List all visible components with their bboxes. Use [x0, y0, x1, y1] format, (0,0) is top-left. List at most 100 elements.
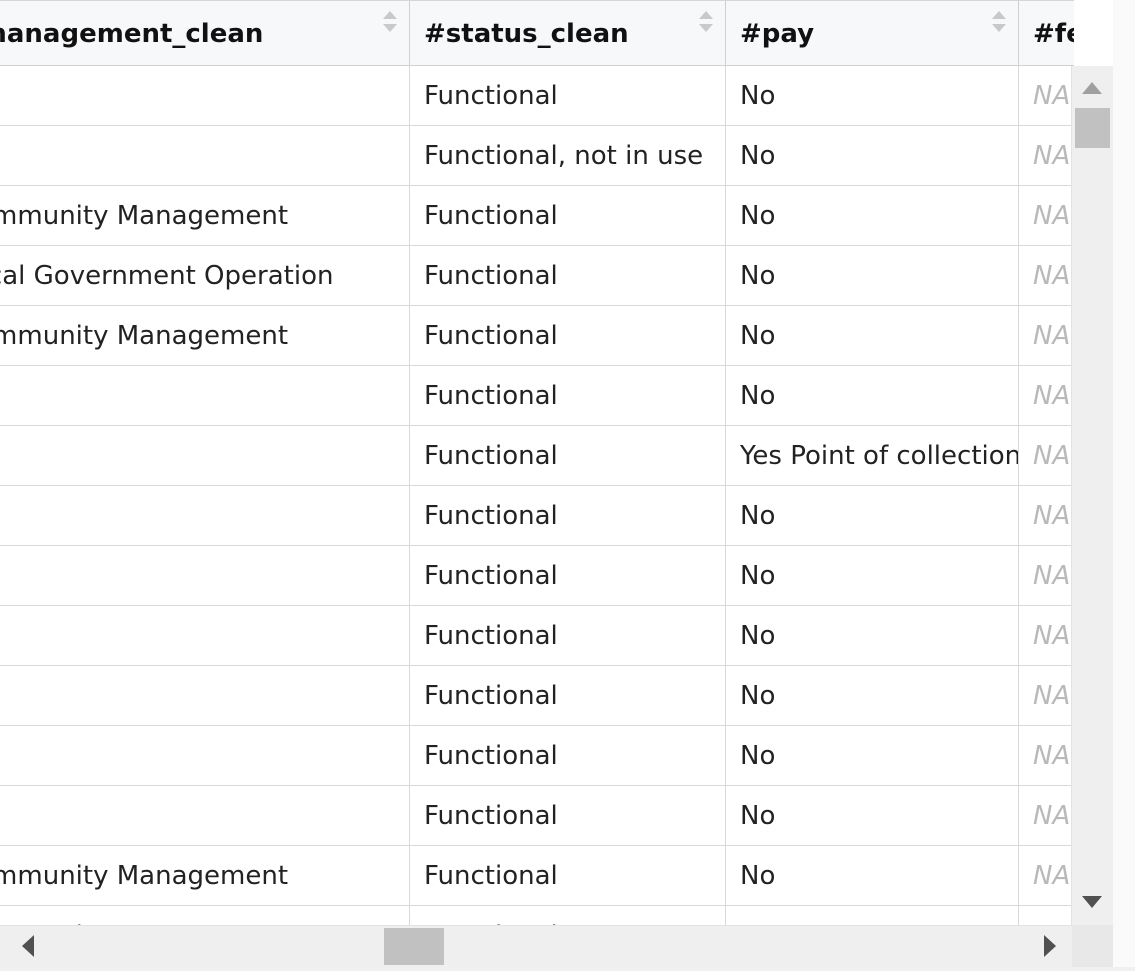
table-cell — [0, 426, 410, 485]
na-cell: NA — [1019, 666, 1074, 725]
na-cell: NA — [1019, 546, 1074, 605]
table-row: Functional No NA — [0, 366, 1074, 426]
table-cell: Community Management — [0, 906, 410, 925]
table-cell: No — [726, 786, 1019, 845]
table-cell: Functional — [410, 786, 726, 845]
table-cell: No — [726, 726, 1019, 785]
na-cell: NA — [1019, 246, 1074, 305]
table-cell: No — [726, 906, 1019, 925]
table-cell: Functional — [410, 666, 726, 725]
table-cell: No — [726, 846, 1019, 905]
table-cell: No — [726, 366, 1019, 425]
table-row: Community ManagementFunctionalNoNA — [0, 306, 1074, 366]
table-row: Functional No NA — [0, 666, 1074, 726]
scroll-right-arrow-icon[interactable] — [1044, 935, 1056, 957]
scroll-up-arrow-icon[interactable] — [1082, 82, 1102, 94]
table-cell: Functional — [410, 906, 726, 925]
table-cell — [0, 486, 410, 545]
table-cell: Functional — [410, 246, 726, 305]
table-cell: Yes Point of collection — [726, 426, 1019, 485]
table-row: Functional No NA — [0, 726, 1074, 786]
na-cell: NA — [1019, 486, 1074, 545]
horizontal-scroll-thumb[interactable] — [384, 928, 444, 965]
table-row: Functional, not in use No NA — [0, 126, 1074, 186]
column-header-label: #fecal_ — [1033, 19, 1074, 49]
sort-arrows-icon[interactable] — [383, 11, 397, 37]
table-cell: Community Management — [0, 186, 410, 245]
table-row: Community ManagementFunctionalNoNA — [0, 906, 1074, 925]
column-header-label: #management_clean — [0, 19, 264, 49]
scroll-left-arrow-icon[interactable] — [22, 935, 34, 957]
table-cell — [0, 366, 410, 425]
na-cell: NA — [1019, 726, 1074, 785]
table-cell: Functional — [410, 846, 726, 905]
column-header[interactable]: #pay — [726, 1, 1019, 66]
horizontal-scrollbar[interactable] — [0, 925, 1072, 967]
scroll-down-arrow-icon[interactable] — [1082, 896, 1102, 908]
table-cell — [0, 726, 410, 785]
table-cell: Functional — [410, 426, 726, 485]
na-cell: NA — [1019, 126, 1074, 185]
data-table: #management_clean #status_clean #pay #fecal… — [0, 0, 1074, 925]
table-cell: No — [726, 306, 1019, 365]
table-row: Community ManagementFunctionalNoNA — [0, 846, 1074, 906]
column-header[interactable]: #status_clean — [410, 1, 726, 66]
na-cell: NA — [1019, 366, 1074, 425]
sort-arrows-icon[interactable] — [699, 11, 713, 37]
table-cell: No — [726, 186, 1019, 245]
vertical-scrollbar[interactable] — [1071, 66, 1113, 926]
table-cell: No — [726, 126, 1019, 185]
na-cell: NA — [1019, 606, 1074, 665]
table-row: Functional No NA — [0, 786, 1074, 846]
scrollbar-corner — [1072, 925, 1114, 967]
table-cell — [0, 546, 410, 605]
data-viewer: #management_clean #status_clean #pay #fecal… — [0, 0, 1135, 971]
table-cell — [0, 126, 410, 185]
table-row: Functional No NA — [0, 606, 1074, 666]
table-row: Local Government OperationFunctionalNoNA — [0, 246, 1074, 306]
table-row: Functional Yes Point of collection NA — [0, 426, 1074, 486]
table-cell — [0, 666, 410, 725]
table-cell: No — [726, 246, 1019, 305]
table-cell: Functional, not in use — [410, 126, 726, 185]
table-cell: Functional — [410, 186, 726, 245]
table-cell: Local Government Operation — [0, 246, 410, 305]
table-cell — [0, 786, 410, 845]
table-cell — [0, 606, 410, 665]
table-cell: Functional — [410, 366, 726, 425]
column-header-label: #pay — [740, 19, 815, 49]
window-edge-bottom — [0, 967, 1135, 971]
table-cell: No — [726, 546, 1019, 605]
table-row: Functional No NA — [0, 486, 1074, 546]
na-cell: NA — [1019, 906, 1074, 925]
table-row: Functional No NA — [0, 546, 1074, 606]
sort-arrows-icon[interactable] — [992, 11, 1006, 37]
na-cell: NA — [1019, 426, 1074, 485]
table-cell: No — [726, 606, 1019, 665]
table-cell: Community Management — [0, 846, 410, 905]
table-cell: Functional — [410, 606, 726, 665]
table-row: Functional No NA — [0, 66, 1074, 126]
table-cell: Functional — [410, 726, 726, 785]
window-edge — [1113, 0, 1135, 971]
column-header-label: #status_clean — [424, 19, 629, 49]
table-cell — [0, 66, 410, 125]
na-cell: NA — [1019, 186, 1074, 245]
table-cell: No — [726, 66, 1019, 125]
na-cell: NA — [1019, 66, 1074, 125]
vertical-scroll-thumb[interactable] — [1075, 108, 1110, 148]
table-cell: Functional — [410, 306, 726, 365]
table-cell: Functional — [410, 486, 726, 545]
column-header[interactable]: #fecal_ — [1019, 1, 1074, 66]
table-cell: Community Management — [0, 306, 410, 365]
table-header: #management_clean #status_clean #pay #fecal… — [0, 0, 1074, 66]
na-cell: NA — [1019, 786, 1074, 845]
table-cell: No — [726, 666, 1019, 725]
table-row: Community ManagementFunctionalNoNA — [0, 186, 1074, 246]
na-cell: NA — [1019, 306, 1074, 365]
table-cell: Functional — [410, 66, 726, 125]
table-cell: No — [726, 486, 1019, 545]
column-header[interactable]: #management_clean — [0, 1, 410, 66]
table-cell: Functional — [410, 546, 726, 605]
na-cell: NA — [1019, 846, 1074, 905]
